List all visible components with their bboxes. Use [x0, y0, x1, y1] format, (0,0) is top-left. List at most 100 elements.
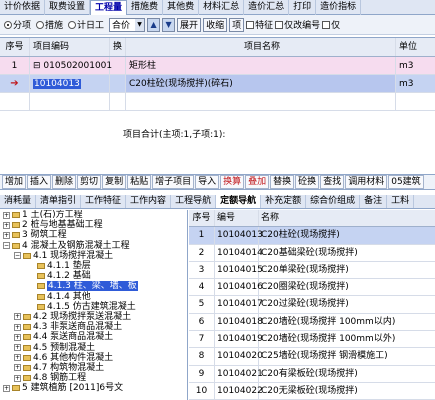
tree-item[interactable]: +4.7 构筑物混凝土	[0, 363, 187, 373]
delete-button[interactable]: 删除	[52, 175, 77, 189]
tree-item[interactable]: +4.3 非泵送商品混凝土	[0, 322, 187, 332]
cell-seq: ➔	[0, 75, 30, 92]
expand-icon[interactable]: +	[14, 333, 21, 341]
cell-seq: 9	[189, 365, 215, 382]
tree-item[interactable]: 4.1.2 基础	[0, 271, 187, 281]
tree-item[interactable]: 4.1.3 柱、梁、墙、板	[0, 281, 187, 292]
tree-item[interactable]: +1 土(石)方工程	[0, 210, 187, 220]
folder-icon	[37, 293, 45, 300]
expand-icon[interactable]: +	[3, 221, 10, 229]
expand-icon[interactable]: +	[3, 384, 10, 392]
collapse-toggle-icon[interactable]: ⊟	[33, 61, 41, 71]
collapse-icon[interactable]: −	[14, 252, 21, 260]
tree-item[interactable]: − 4.1 现场搅拌混凝土	[0, 251, 187, 261]
stack-button[interactable]: 叠加	[245, 175, 270, 189]
quota-lib-select[interactable]: 05建筑	[388, 175, 424, 189]
table-row[interactable]: 4 10104016 C20圈梁砼(现场搅拌)	[189, 279, 435, 297]
expand-icon[interactable]: +	[3, 211, 10, 219]
table-row[interactable]: 1 10104013 C20柱砼(现场搅拌)	[189, 227, 435, 245]
quota-grid: 序号 编号 名称 1 10104013 C20柱砼(现场搅拌) 2 10104014 C2…	[189, 210, 435, 400]
check-feature[interactable]: 特征	[246, 18, 273, 31]
radio-fenxiang[interactable]: 分项	[4, 18, 31, 31]
expand-icon[interactable]: +	[14, 344, 21, 352]
table-row[interactable]: 5 10104017 C20过梁砼(现场搅拌)	[189, 296, 435, 314]
tab-supplement-quota[interactable]: 补充定额	[261, 195, 307, 208]
copy-button[interactable]: 复制	[102, 175, 127, 189]
cell-seq: 1	[0, 57, 30, 74]
expand-icon[interactable]: +	[3, 231, 10, 239]
tree-item[interactable]: 4.1.4 其他	[0, 292, 187, 302]
tab-dayin[interactable]: 打印	[289, 0, 317, 15]
collapse-icon[interactable]: −	[3, 242, 10, 250]
paste-button[interactable]: 粘贴	[127, 175, 152, 189]
table-row[interactable]: 3 10104015 C20单梁砼(现场搅拌)	[189, 261, 435, 280]
tab-labor-material[interactable]: 工料	[387, 195, 415, 208]
replace-button[interactable]: 替换	[270, 175, 295, 189]
tree-item[interactable]: +4.4 泵送商品混凝土	[0, 332, 187, 342]
tree-item[interactable]: +4.6 其他构件混凝土	[0, 353, 187, 363]
tab-cailiao[interactable]: 材料汇总	[199, 0, 245, 15]
cell-name: C20圈梁砼(现场搅拌)	[261, 282, 349, 293]
add-button[interactable]: 增加	[2, 175, 27, 189]
table-row[interactable]: 8 10104020 C25墙砼(现场搅拌 钢滑模施工)	[189, 348, 435, 366]
insert-button[interactable]: 插入	[27, 175, 52, 189]
move-up-button[interactable]: ▲	[147, 17, 161, 32]
expand-icon[interactable]: +	[14, 374, 21, 382]
check-only-code[interactable]: 仅改编号	[275, 18, 320, 31]
tab-jijia[interactable]: 计价依据	[0, 0, 46, 15]
expand-icon[interactable]: +	[14, 354, 21, 362]
tab-gongchengliang[interactable]: 工程量	[90, 0, 128, 15]
table-row[interactable]: 7 10104019 C20墙砼(现场搅拌 100mm以外)	[189, 331, 435, 349]
tree-item[interactable]: +2 桩与地基基础工程	[0, 220, 187, 230]
collapse-button[interactable]: 收缩	[203, 17, 228, 32]
import-button[interactable]: 导入	[195, 175, 220, 189]
table-row[interactable]: 1 ⊟ 010502001001 矩形柱 m3	[0, 57, 435, 75]
tree-item[interactable]: +4.2 现场搅拌泵送混凝土	[0, 312, 187, 322]
tree-item[interactable]: +4.8 钢筋工程	[0, 373, 187, 383]
tree-item[interactable]: +3 砌筑工程	[0, 230, 187, 240]
move-down-button[interactable]: ▼	[162, 17, 176, 32]
tab-work-content[interactable]: 工作内容	[126, 195, 172, 208]
amount-select[interactable]: 合价 ▼	[109, 17, 146, 32]
concrete-replace-button[interactable]: 砼换	[295, 175, 320, 189]
tree-item[interactable]: +5 建筑植筋 [2011]6号文	[0, 383, 187, 393]
tree-item-label: 4.2 现场搅拌泵送混凝土	[33, 311, 132, 322]
tab-qufei[interactable]: 取费设置	[45, 0, 91, 15]
table-row[interactable]: 10 10104022 C20无梁板砼(现场搅拌)	[189, 382, 435, 400]
tree-item[interactable]: 4.1.5 仿古建筑混凝土	[0, 302, 187, 312]
radio-jirigong[interactable]: 计日工	[68, 18, 104, 31]
call-material-button[interactable]: 调用材料	[345, 175, 388, 189]
expand-icon[interactable]: +	[14, 364, 21, 372]
table-row-selected[interactable]: ➔ 10104013 C20柱砼(现场搅拌)(碎石) m3	[0, 75, 435, 93]
tab-quota-nav[interactable]: 定额导航	[216, 195, 262, 208]
tab-work-feature[interactable]: 工作特征	[81, 195, 127, 208]
radio-cuoshi[interactable]: 措施	[36, 18, 63, 31]
table-row[interactable]: 9 10104021 C20有梁板砼(现场搅拌)	[189, 365, 435, 383]
check-only[interactable]: 仅	[322, 18, 340, 31]
tab-zaojia[interactable]: 造价汇总	[244, 0, 290, 15]
tab-zhibiao[interactable]: 造价指标	[316, 0, 362, 15]
cell-code[interactable]: 10104013	[30, 75, 110, 92]
table-row[interactable]: 6 10104018 C20墙砼(现场搅拌 100mm以内)	[189, 313, 435, 332]
find-button[interactable]: 查找	[320, 175, 345, 189]
convert-button[interactable]: 换算	[220, 175, 245, 189]
tree-item[interactable]: 4.1.1 垫层	[0, 261, 187, 271]
tree-item[interactable]: − 4 混凝土及钢筋混凝土工程	[0, 241, 187, 251]
table-row[interactable]: 2 10104014 C20基础梁砼(现场搅拌)	[189, 244, 435, 262]
level-button[interactable]: 项	[229, 17, 245, 32]
tab-list-guide[interactable]: 清单指引	[36, 195, 82, 208]
cell-unit	[396, 93, 435, 110]
tab-consumption[interactable]: 消耗量	[0, 195, 37, 208]
tab-qitafei[interactable]: 其他费	[163, 0, 200, 15]
expand-icon[interactable]: +	[14, 313, 21, 321]
tree-item[interactable]: +4.5 预制混凝土	[0, 342, 187, 353]
tab-composite-price[interactable]: 综合价组成	[306, 195, 361, 208]
cut-button[interactable]: 剪切	[77, 175, 102, 189]
tab-remarks[interactable]: 备注	[360, 195, 388, 208]
tab-project-nav[interactable]: 工程导航	[171, 195, 217, 208]
add-subitem-button[interactable]: 增子项目	[152, 175, 195, 189]
expand-icon[interactable]: +	[14, 323, 21, 331]
check-label: 仅	[331, 21, 341, 31]
expand-button[interactable]: 展开	[177, 17, 202, 32]
tab-cuoshifei[interactable]: 措施费	[127, 0, 164, 15]
